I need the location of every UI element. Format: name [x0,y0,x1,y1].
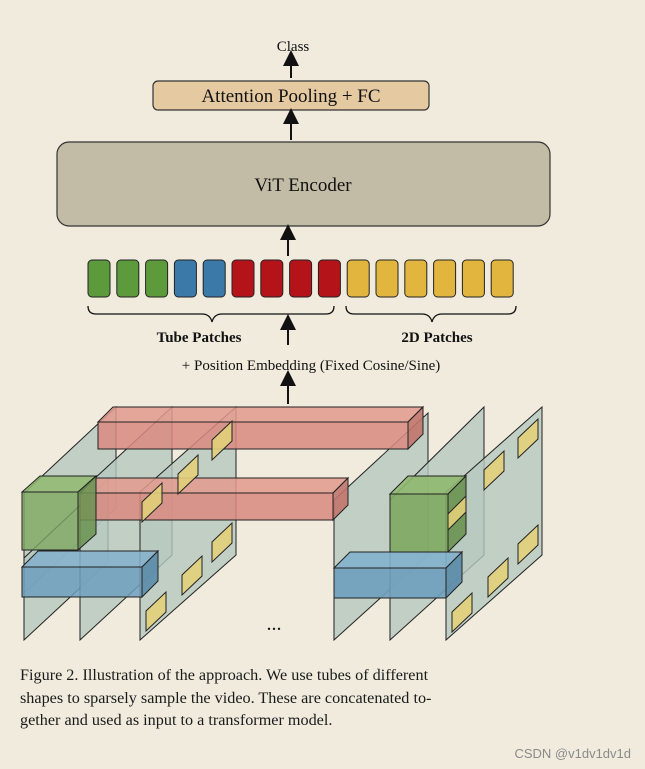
tube-patches-label: Tube Patches [157,330,242,346]
red-tube-top-face [96,406,425,423]
caption-line-3: gether and used as input to a transforme… [20,711,333,729]
2d-patch-token [490,259,514,298]
green-tube-front-face [21,491,79,551]
green-tube-left [20,474,98,552]
caption-line-2: shapes to sparsely sample the video. The… [20,688,432,707]
blue-tube-right [332,550,464,600]
red-tube-top-face [78,477,350,494]
tube-patch-token [260,259,284,298]
figure-caption: Figure 2. Illustration of the approach. … [20,664,540,732]
tube-patches-brace [87,305,335,323]
blue-tube-front-face [21,566,143,598]
tube-patch-token [202,259,226,298]
2d-patch-token [375,259,399,298]
2d-patch-token [346,259,370,298]
ellipsis-label: ... [267,613,282,635]
red-tube-lower [78,476,350,522]
tube-patch-token [116,259,140,298]
class-label: Class [277,39,310,55]
tube-patch-token [289,259,313,298]
red-tube-front-face [97,421,409,450]
green-tube-front-face [389,493,449,553]
tube-patch-token [231,259,255,298]
attention-pooling-label: Attention Pooling + FC [201,86,380,107]
position-embedding-label: + Position Embedding (Fixed Cosine/Sine) [182,358,440,374]
watermark: CSDN @v1dv1dv1d [514,746,631,761]
blue-tube-front-face [333,567,447,599]
2d-patch-token [433,259,457,298]
blue-tube-left [20,549,160,599]
2d-patches-label: 2D Patches [401,330,472,346]
tube-patch-token [87,259,111,298]
2d-patch-token [461,259,485,298]
2d-patches-brace [345,305,517,323]
blue-tube-top-face [20,550,160,568]
vit-encoder-label: ViT Encoder [254,175,352,196]
approach-diagram: Class Attention Pooling + FC ViT Encoder… [20,39,551,642]
red-tube-front-face [79,492,334,521]
tube-patch-token [145,259,169,298]
2d-patch-token [404,259,428,298]
blue-tube-top-face [332,551,464,569]
tube-patch-token [173,259,197,298]
red-tube-upper [96,405,425,451]
token-row [87,259,514,298]
caption-line-1: Figure 2. Illustration of the approach. … [20,666,429,684]
tube-patch-token [317,259,341,298]
